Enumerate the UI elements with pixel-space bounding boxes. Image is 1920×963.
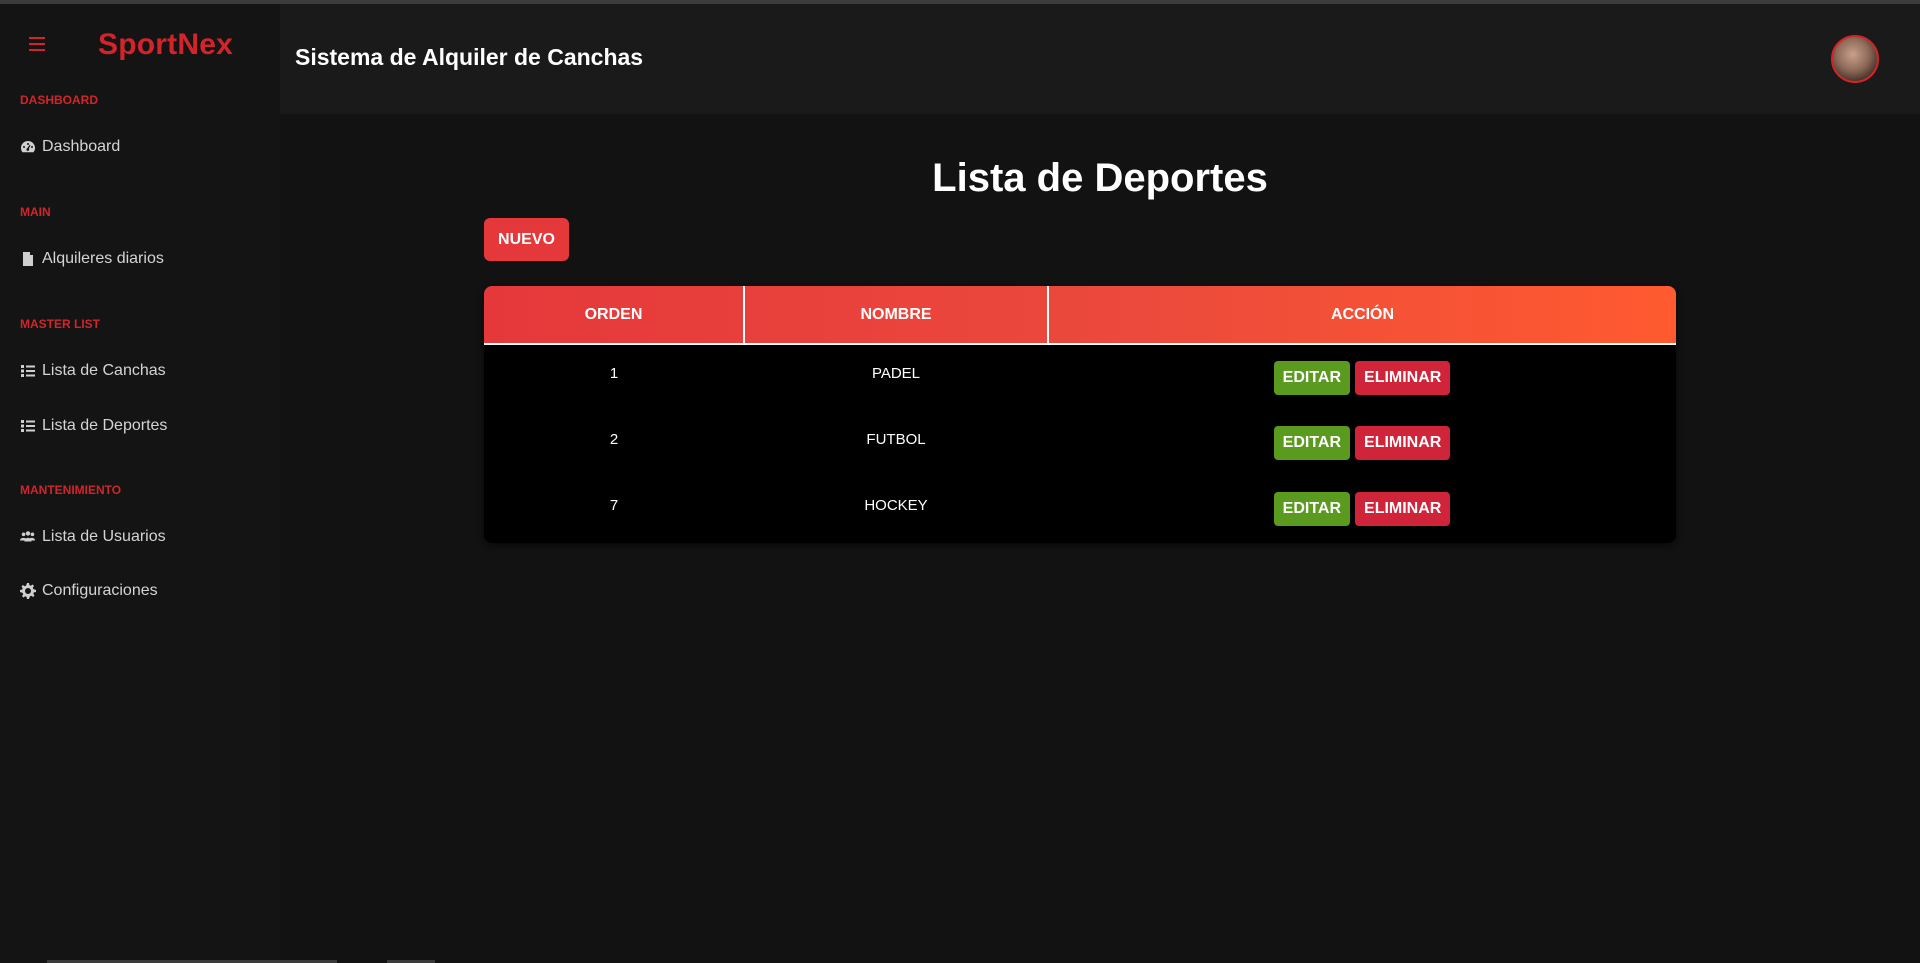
cell-orden: 1	[609, 365, 619, 382]
sidebar-item-label: Dashboard	[42, 138, 121, 155]
edit-button[interactable]: EDITAR	[1273, 360, 1351, 395]
brand-row: SportNex	[0, 4, 280, 92]
column-header-accion: ACCIÓN	[1047, 286, 1676, 345]
sidebar-item-alquileres-diarios[interactable]: Alquileres diarios	[20, 247, 164, 271]
sidebar-item-label: Lista de Deportes	[42, 417, 168, 434]
cell-accion: EDITAR ELIMINAR	[1048, 410, 1676, 476]
page-title: Lista de Deportes	[932, 156, 1268, 200]
column-header-nombre[interactable]: NOMBRE	[743, 286, 1049, 345]
table-row: 2 FUTBOL EDITAR ELIMINAR	[484, 410, 1676, 476]
delete-button[interactable]: ELIMINAR	[1355, 426, 1451, 460]
cell-orden: 7	[609, 496, 619, 514]
app-root: SportNex DASHBOARD Dashboard MAIN Alquil…	[0, 4, 1920, 963]
sidebar-item-lista-canchas[interactable]: Lista de Canchas	[20, 359, 166, 383]
cell-accion: EDITAR ELIMINAR	[1048, 476, 1676, 542]
sports-table: ORDEN NOMBRE ACCIÓN 1 PADEL EDITAR ELIMI…	[484, 286, 1676, 543]
delete-button[interactable]: ELIMINAR	[1355, 360, 1451, 395]
sidebar-item-lista-deportes[interactable]: Lista de Deportes	[20, 414, 167, 438]
users-icon	[20, 531, 36, 542]
cell-nombre: FUTBOL	[866, 430, 926, 448]
sidebar-section-master-list: MASTER LIST	[20, 317, 100, 331]
sidebar-section-main: MAIN	[20, 205, 51, 219]
sidebar-item-label: Alquileres diarios	[42, 250, 164, 267]
brand-logo[interactable]: SportNex	[98, 28, 233, 62]
sidebar-section-dashboard: DASHBOARD	[20, 93, 98, 107]
sidebar-item-configuraciones[interactable]: Configuraciones	[20, 579, 158, 603]
header-title: Sistema de Alquiler de Canchas	[295, 44, 644, 70]
file-icon	[23, 252, 33, 266]
cell-nombre: HOCKEY	[864, 496, 928, 514]
edit-button[interactable]: EDITAR	[1273, 426, 1351, 460]
hamburger-menu-icon[interactable]	[29, 37, 45, 51]
cell-orden: 2	[609, 430, 619, 448]
user-avatar[interactable]	[1831, 35, 1879, 83]
gauge-icon	[21, 141, 35, 153]
sidebar-section-mantenimiento: MANTENIMIENTO	[20, 483, 122, 497]
cell-nombre: PADEL	[871, 365, 921, 382]
list-icon	[21, 365, 35, 377]
edit-button[interactable]: EDITAR	[1273, 492, 1351, 526]
sidebar-item-label: Lista de Usuarios	[42, 528, 166, 545]
table-row: 7 HOCKEY EDITAR ELIMINAR	[484, 476, 1676, 542]
table-row: 1 PADEL EDITAR ELIMINAR	[484, 344, 1676, 410]
table-header-row: ORDEN NOMBRE ACCIÓN	[484, 286, 1676, 345]
list-icon	[21, 420, 35, 432]
gear-icon	[20, 583, 36, 599]
top-header: Sistema de Alquiler de Canchas	[280, 4, 1920, 114]
sidebar-item-dashboard[interactable]: Dashboard	[20, 135, 120, 159]
sidebar-item-label: Lista de Canchas	[42, 362, 166, 379]
sidebar-item-lista-usuarios[interactable]: Lista de Usuarios	[20, 525, 166, 549]
new-button[interactable]: NUEVO	[484, 218, 569, 261]
column-header-orden[interactable]: ORDEN	[484, 286, 745, 345]
delete-button[interactable]: ELIMINAR	[1355, 492, 1451, 526]
sidebar-item-label: Configuraciones	[42, 582, 158, 599]
sidebar: SportNex DASHBOARD Dashboard MAIN Alquil…	[0, 4, 280, 963]
cell-accion: EDITAR ELIMINAR	[1048, 344, 1676, 410]
